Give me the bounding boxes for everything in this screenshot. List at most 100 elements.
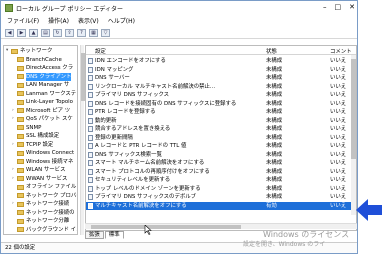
menu-help[interactable]: ヘルプ(H) (108, 16, 135, 25)
tree-item-label: ネットワーク接続 (26, 201, 70, 207)
tree-item[interactable]: › WWAN サービス (12, 175, 67, 183)
policy-row[interactable]: DNS サーバー 未構成 いいえ (86, 74, 352, 82)
tree-item[interactable]: ネットワーク分離 (12, 217, 69, 225)
tree-item[interactable]: Windows 接続マネ (12, 158, 73, 166)
tree-item[interactable]: Windows Connect (12, 149, 74, 157)
settings-list: 設定 状態 コメント IDN エンコードをオフにする 未構成 いいえ IDN マッピン… (85, 45, 357, 231)
policy-row[interactable]: A レコードと PTR レコードの TTL 値 未構成 いいえ (86, 142, 352, 150)
back-icon[interactable]: ◀ (5, 28, 14, 37)
tree-scrollbar[interactable] (80, 45, 85, 235)
tree-item-label: ネットワーク プロバイ (26, 192, 78, 199)
policy-setting-icon (88, 143, 93, 149)
policy-row[interactable]: スマート プロトコルの再順序付けをオフにする 未構成 いいえ (86, 168, 352, 176)
tree-item[interactable]: SSL 構成設定 (12, 132, 59, 140)
policy-state: 未構成 (266, 194, 283, 200)
folder-icon (17, 218, 24, 224)
tree-item[interactable]: BranchCache (12, 56, 62, 64)
tree-item[interactable]: バックグラウンド イン (12, 226, 77, 234)
tree-item[interactable]: › TCPIP 設定 (12, 141, 53, 149)
policy-row[interactable]: プライマリ DNS サフィックス 未構成 いいえ (86, 91, 352, 99)
tree-item[interactable]: ネットワーク接続の (12, 209, 75, 217)
folder-icon (17, 227, 24, 232)
tree-item[interactable]: オフライン ファイル (12, 183, 76, 191)
policy-row[interactable]: トップ レベルのドメイン ゾーンを更新する 未構成 いいえ (86, 185, 352, 193)
policy-name: DNS サフィックス検索一覧 (95, 151, 162, 158)
tree-item[interactable]: › QoS パケット スケ (12, 115, 73, 123)
export-icon[interactable]: ⇪ (65, 28, 74, 37)
policy-name: 競合するアドレスを置き換える (95, 126, 171, 132)
header-comment[interactable]: コメント (330, 47, 352, 55)
policy-state: 未構成 (266, 151, 283, 158)
gpedit-window: ローカル グループ ポリシー エディター – □ ✕ ファイル(F) 操作(A)… (0, 0, 358, 254)
policy-row[interactable]: DNS サフィックス検索一覧 未構成 いいえ (86, 151, 352, 159)
menu-file[interactable]: ファイル(F) (7, 16, 39, 25)
folder-icon (17, 65, 24, 71)
tab-extended[interactable]: 拡張 (85, 231, 104, 239)
policy-setting-icon (88, 58, 93, 64)
list-hscroll-thumb[interactable] (91, 225, 241, 229)
tree-item[interactable]: › Microsoft ピア ツ (12, 107, 70, 115)
policy-row[interactable]: リンクローカル マルチキャスト名前解決の禁止... 未構成 いいえ (86, 83, 352, 91)
maximize-icon[interactable]: □ (335, 3, 342, 11)
tree-item[interactable]: DirectAccess クラ (12, 64, 73, 72)
tree-item[interactable]: › WLAN サービス (12, 166, 65, 174)
policy-setting-icon (88, 126, 93, 132)
policy-comment: いいえ (330, 66, 347, 73)
tree-item[interactable]: ネットワーク プロバイ (12, 192, 78, 200)
help-icon[interactable]: ? (77, 28, 86, 37)
policy-state: 未構成 (266, 117, 283, 124)
mouse-cursor-icon (144, 225, 152, 235)
tree-item[interactable]: Link-Layer Topolo (12, 98, 73, 106)
tab-standard[interactable]: 標準 (104, 231, 124, 239)
policy-row[interactable]: マルチキャスト名前解決をオフにする 有効 いいえ (86, 201, 352, 210)
tree-item-label: オフライン ファイル (26, 184, 77, 190)
policy-row[interactable]: IDN マッピング 未構成 いいえ (86, 66, 352, 74)
policy-row[interactable]: PTR レコードを登録する 未構成 いいえ (86, 108, 352, 116)
tree-item[interactable]: › ネットワーク接続 (12, 200, 69, 208)
policy-row[interactable]: スマート マルチホーム名前解決をオフにする 未構成 いいえ (86, 159, 352, 167)
policy-state: 未構成 (266, 100, 283, 107)
policy-row[interactable]: IDN エンコードをオフにする 未構成 いいえ (86, 57, 352, 65)
header-state[interactable]: 状態 (266, 47, 277, 55)
policy-name: セキュリティレベルを更新する (95, 177, 171, 183)
minimize-icon[interactable]: – (323, 3, 327, 11)
tree-item[interactable]: Lanman ワークステ (12, 90, 76, 98)
menu-view[interactable]: 表示(V) (78, 16, 99, 25)
tree-item[interactable]: ▾ ネットワーク (6, 47, 52, 55)
tree-item-label: DNS クライアント (26, 72, 72, 81)
policy-row[interactable]: 競合するアドレスを置き換える 未構成 いいえ (86, 125, 352, 133)
policy-row[interactable]: プライマリ DNS サフィックスのデボルブ 未構成 いいえ (86, 193, 352, 201)
forward-icon[interactable]: ▶ (17, 28, 26, 37)
show-hide-icon[interactable]: ▤ (41, 28, 50, 37)
tree-item[interactable]: LAN Manager サ (12, 81, 69, 89)
folder-icon (17, 150, 24, 156)
policy-state: 未構成 (266, 109, 283, 115)
policy-name: DNS サーバー (95, 75, 130, 81)
policy-row[interactable]: 登録の更新間隔 未構成 いいえ (86, 134, 352, 142)
menu-bar: ファイル(F) 操作(A) 表示(V) ヘルプ(H) (1, 15, 357, 26)
tree-item[interactable]: SNMP (12, 124, 41, 132)
tree-item[interactable]: DNS クライアント (12, 72, 72, 81)
status-text: 22 個の設定 (5, 245, 36, 251)
list-vscroll-thumb[interactable] (351, 59, 356, 159)
refresh-icon[interactable]: ↻ (53, 28, 62, 37)
app-icon (5, 4, 13, 12)
list-vertical-scrollbar[interactable] (351, 55, 356, 215)
policy-comment: いいえ (330, 185, 347, 192)
policy-state: 未構成 (266, 92, 283, 98)
policy-row[interactable]: DNS レコードを接続固有の DNS サフィックスに登録する 未構成 いいえ (86, 100, 352, 108)
folder-icon (17, 91, 24, 96)
folder-icon (17, 116, 24, 122)
tree-item-label: ネットワーク分離 (26, 218, 70, 224)
policy-state: 未構成 (266, 126, 283, 132)
properties-icon[interactable]: ▦ (89, 28, 98, 37)
header-setting[interactable]: 設定 (95, 47, 106, 55)
policy-row[interactable]: 動的更新 未構成 いいえ (86, 117, 352, 125)
up-icon[interactable]: ▲ (29, 28, 38, 37)
filter-icon[interactable]: ▽ (101, 28, 110, 37)
policy-row[interactable]: セキュリティレベルを更新する 未構成 いいえ (86, 176, 352, 184)
policy-setting-icon (88, 75, 93, 81)
menu-action[interactable]: 操作(A) (48, 16, 69, 25)
close-icon[interactable]: ✕ (349, 3, 355, 11)
folder-icon (17, 74, 24, 79)
